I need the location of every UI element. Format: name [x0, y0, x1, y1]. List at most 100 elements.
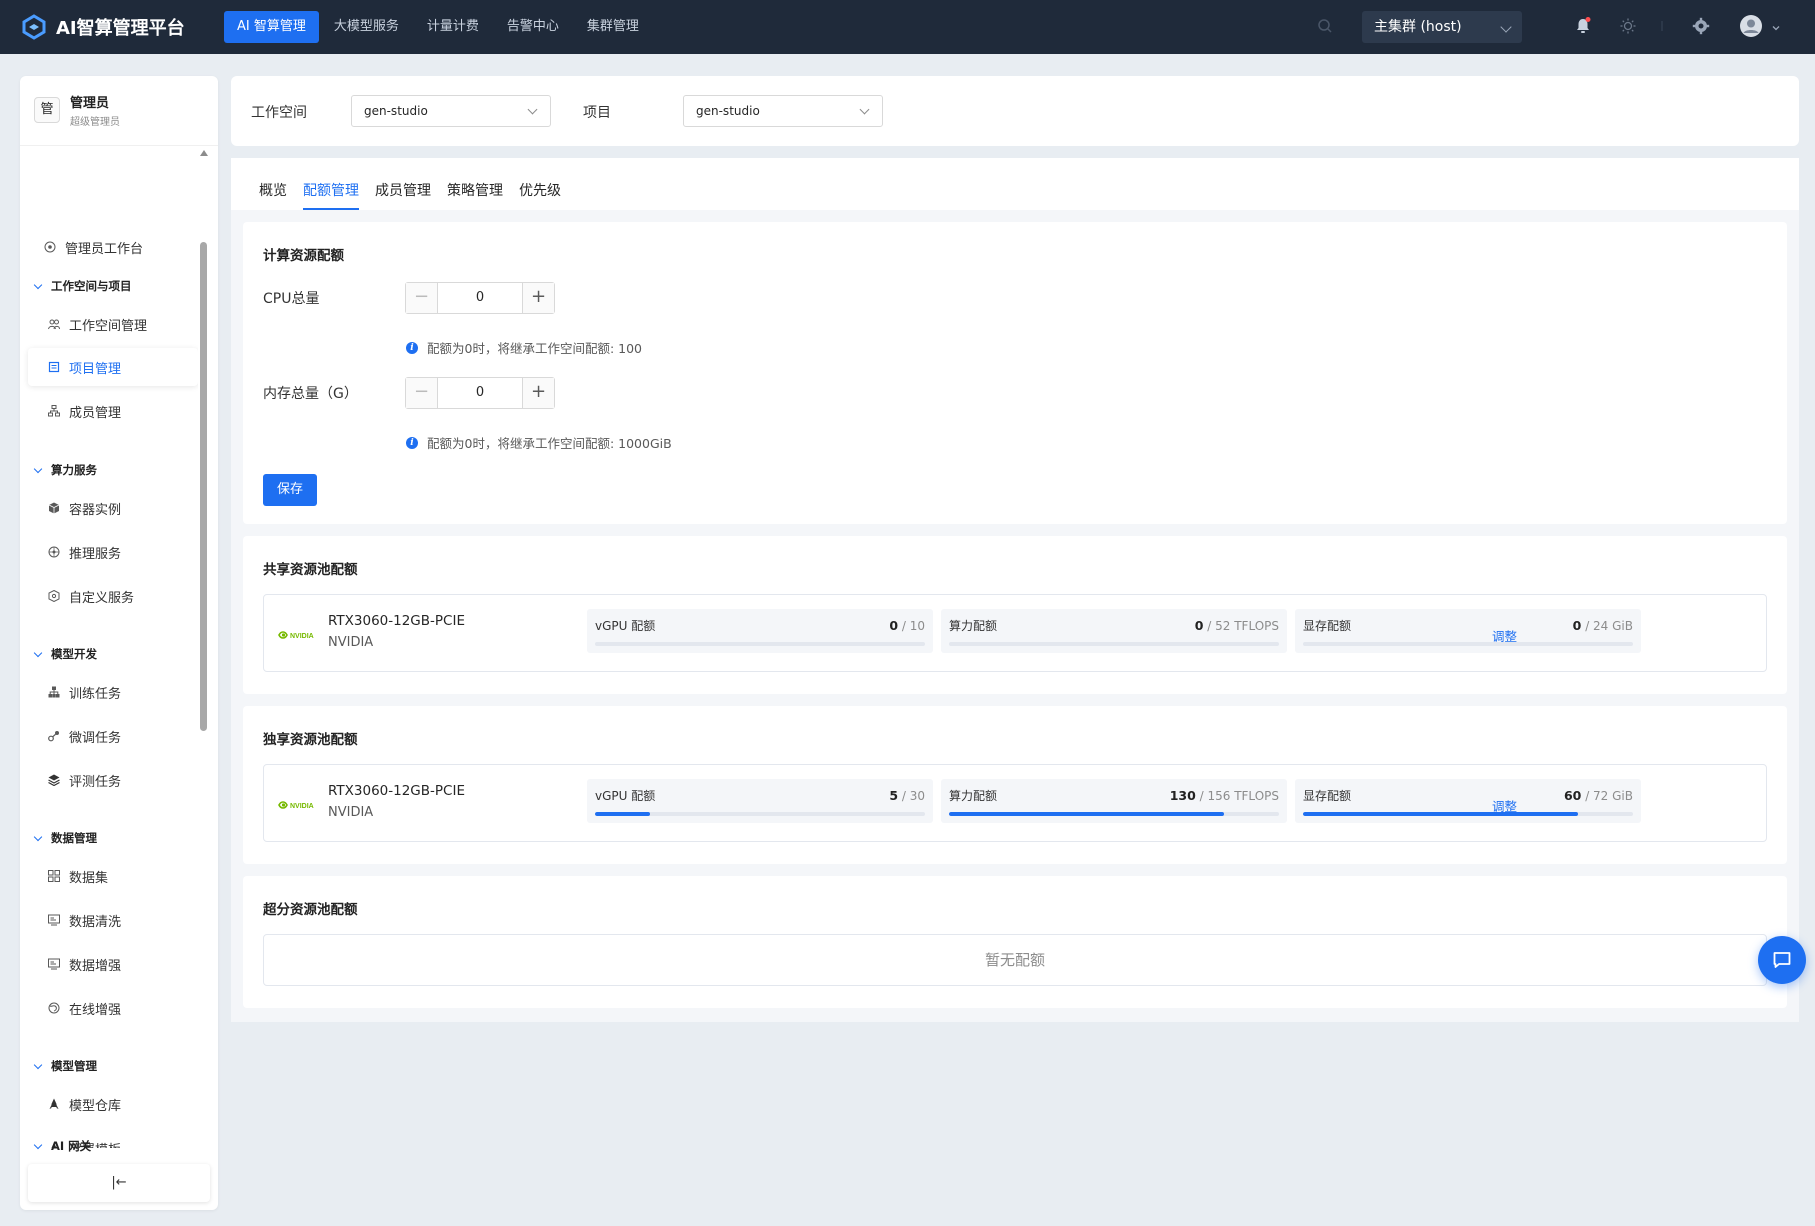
- chevron-down-icon[interactable]: [1771, 21, 1783, 33]
- quota-progress: [595, 642, 925, 646]
- quota-total: / 24 GiB: [1585, 619, 1633, 633]
- cpu-label: CPU总量: [263, 291, 320, 307]
- memory-decrement-button[interactable]: −: [406, 378, 438, 408]
- sidebar-item-label: 数据清洗: [69, 914, 122, 930]
- sidebar-item-label: 管理员工作台: [65, 241, 144, 257]
- quota-label: 算力配额: [949, 619, 998, 633]
- shared-gpu-row: NVIDIA RTX3060-12GB-PCIE NVIDIA vGPU 配额 …: [263, 594, 1767, 672]
- sidebar-item-inference-service[interactable]: 推理服务: [28, 533, 198, 571]
- dashboard-icon: [44, 241, 56, 253]
- top-nav: AI 智算管理 大模型服务 计量计费 告警中心 集群管理: [224, 11, 654, 43]
- gpu-model: RTX3060-12GB-PCIE: [328, 613, 465, 629]
- chevron-down-icon: [1500, 21, 1512, 33]
- sidebar-item-evaluation-task[interactable]: 评测任务: [28, 761, 198, 799]
- svg-text:NVIDIA: NVIDIA: [290, 633, 314, 640]
- sidebar-item-training-task[interactable]: 训练任务: [28, 673, 198, 711]
- sidebar-item-admin-workbench[interactable]: 管理员工作台: [28, 228, 198, 266]
- exclusive-adjust-link[interactable]: 调整: [1492, 796, 1517, 815]
- sidebar-group-label: 算力服务: [51, 463, 97, 477]
- sidebar-item-container-instance[interactable]: 容器实例: [28, 489, 198, 527]
- sidebar-group-compute[interactable]: 算力服务: [32, 458, 97, 482]
- cluster-select[interactable]: 主集群 (host): [1362, 11, 1522, 43]
- sidebar-group-label: 模型开发: [51, 647, 97, 661]
- sidebar-item-finetune-task[interactable]: 微调任务: [28, 717, 198, 755]
- sidebar-item-dataset[interactable]: 数据集: [28, 857, 198, 895]
- sidebar-item-member-management[interactable]: 成员管理: [28, 392, 198, 430]
- theme-sun-icon[interactable]: [1619, 17, 1639, 37]
- sidebar-item-model-repo[interactable]: 模型仓库: [28, 1085, 198, 1123]
- tab-priority[interactable]: 优先级: [519, 180, 561, 210]
- filter-card: 工作空间 gen-studio 项目 gen-studio: [231, 76, 1799, 146]
- topnav-cluster[interactable]: 集群管理: [574, 11, 652, 43]
- shared-adjust-link[interactable]: 调整: [1492, 626, 1517, 645]
- memory-hint-text: 配额为0时，将继承工作空间配额: 1000GiB: [427, 436, 672, 451]
- exclusive-pool-title: 独享资源池配额: [263, 732, 358, 748]
- chevron-down-icon: [859, 104, 870, 115]
- memory-increment-button[interactable]: +: [522, 378, 554, 408]
- sidebar: 管 管理员 超级管理员 管理员工作台 工作空间与项目 工作空间管理 项目管理 成…: [20, 76, 218, 1210]
- tab-overview[interactable]: 概览: [259, 180, 287, 210]
- app-logo[interactable]: AI智算管理平台: [20, 13, 206, 41]
- chat-button[interactable]: [1758, 936, 1806, 984]
- project-select[interactable]: gen-studio: [683, 95, 883, 127]
- sidebar-collapse-button[interactable]: |←: [28, 1164, 210, 1202]
- user-avatar-icon[interactable]: [1739, 14, 1765, 40]
- gear-icon[interactable]: [1692, 17, 1712, 37]
- quota-progress: [1303, 642, 1633, 646]
- cpu-input[interactable]: 0: [438, 283, 522, 313]
- sidebar-group-model-dev[interactable]: 模型开发: [32, 642, 97, 666]
- sidebar-group-data[interactable]: 数据管理: [32, 826, 97, 850]
- nvidia-logo-icon: NVIDIA: [278, 799, 320, 811]
- cpu-stepper[interactable]: − 0 +: [405, 282, 555, 314]
- sidebar-item-workspace-management[interactable]: 工作空间管理: [28, 305, 198, 343]
- topnav-llm-service[interactable]: 大模型服务: [321, 11, 412, 43]
- cpu-decrement-button[interactable]: −: [406, 283, 438, 313]
- tab-policy-management[interactable]: 策略管理: [447, 180, 503, 210]
- quota-label: 算力配额: [949, 789, 998, 803]
- cpu-increment-button[interactable]: +: [522, 283, 554, 313]
- sidebar-item-project-management[interactable]: 项目管理: [28, 348, 198, 386]
- sidebar-item-label: 容器实例: [69, 502, 122, 518]
- search-icon[interactable]: [1317, 18, 1335, 36]
- sidebar-item-online-augment[interactable]: 在线增强: [28, 989, 198, 1027]
- compute-quota-title: 计算资源配额: [263, 248, 344, 264]
- collapse-icon: |←: [111, 1175, 127, 1190]
- topnav-billing[interactable]: 计量计费: [414, 11, 492, 43]
- shared-memory-quota: 显存配额 0 / 24 GiB: [1295, 609, 1641, 653]
- bell-icon[interactable]: [1574, 17, 1594, 37]
- quota-progress: [949, 642, 1279, 646]
- topnav-alerts[interactable]: 告警中心: [494, 11, 572, 43]
- memory-stepper[interactable]: − 0 +: [405, 377, 555, 409]
- tab-quota-management[interactable]: 配额管理: [303, 180, 359, 210]
- sidebar-group-model-management[interactable]: 模型管理: [32, 1054, 97, 1078]
- users-icon: [48, 318, 60, 330]
- quota-progress-fill: [595, 812, 650, 816]
- memory-input[interactable]: 0: [438, 378, 522, 408]
- quota-used: 5: [889, 788, 899, 803]
- shared-pool-title: 共享资源池配额: [263, 562, 358, 578]
- top-bar: AI智算管理平台 AI 智算管理 大模型服务 计量计费 告警中心 集群管理: [0, 0, 1815, 54]
- sidebar-scroll-thumb[interactable]: [200, 242, 207, 731]
- quota-used: 60: [1563, 788, 1582, 803]
- sidebar-item-data-cleaning[interactable]: 数据清洗: [28, 901, 198, 939]
- exclusive-pool-card: 独享资源池配额 NVIDIA RTX3060-12GB-PCIE NVIDIA …: [243, 706, 1787, 864]
- tab-member-management[interactable]: 成员管理: [375, 180, 431, 210]
- exclusive-vgpu-quota: vGPU 配额 5 / 30: [587, 779, 933, 823]
- sidebar-menu-list: 管理员工作台 工作空间与项目 工作空间管理 项目管理 成员管理 算力服务 容器实…: [20, 148, 198, 1148]
- sidebar-group-ai-gateway[interactable]: AI 网关: [32, 1134, 91, 1158]
- chevron-down-icon: [527, 104, 538, 115]
- scroll-up-arrow-icon[interactable]: [200, 150, 208, 156]
- compute-quota-card: 计算资源配额 CPU总量 − 0 + i 配额为0时，将继承工作空间配额: 10…: [243, 222, 1787, 524]
- topnav-ai-management[interactable]: AI 智算管理: [224, 11, 319, 43]
- quota-progress-fill: [949, 812, 1224, 816]
- workspace-select[interactable]: gen-studio: [351, 95, 551, 127]
- quota-progress: [949, 812, 1279, 816]
- save-button[interactable]: 保存: [263, 474, 317, 506]
- link-nodes-icon: [48, 730, 60, 742]
- exclusive-compute-quota: 算力配额 130 / 156 TFLOPS: [941, 779, 1287, 823]
- sidebar-group-workspace[interactable]: 工作空间与项目: [32, 274, 132, 298]
- sidebar-item-custom-service[interactable]: 自定义服务: [28, 577, 198, 615]
- project-select-value: gen-studio: [696, 104, 760, 118]
- sidebar-scrollbar[interactable]: [198, 148, 208, 1148]
- sidebar-item-data-augment[interactable]: 数据增强: [28, 945, 198, 983]
